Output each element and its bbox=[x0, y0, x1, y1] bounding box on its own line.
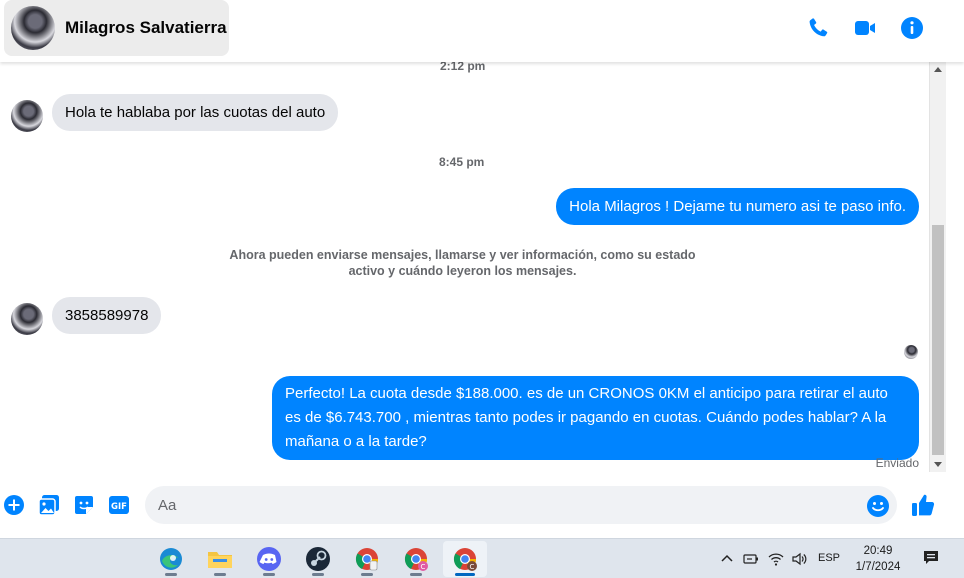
chevron-up-icon[interactable] bbox=[720, 552, 734, 571]
outgoing-message[interactable]: Hola Milagros ! Dejame tu numero asi te … bbox=[556, 188, 919, 225]
like-icon[interactable] bbox=[910, 492, 936, 518]
phone-icon[interactable] bbox=[806, 16, 830, 40]
info-icon[interactable] bbox=[900, 16, 924, 40]
contact-name: Milagros Salvatierra bbox=[65, 18, 227, 37]
svg-text:C: C bbox=[421, 563, 426, 571]
notification-icon[interactable] bbox=[922, 549, 940, 567]
incoming-message[interactable]: 3858589978 bbox=[52, 297, 162, 334]
message-timestamp: 8:45 pm bbox=[439, 155, 485, 169]
message-scrollbar[interactable] bbox=[929, 62, 946, 472]
scroll-down-icon[interactable] bbox=[934, 462, 942, 467]
chrome-icon[interactable] bbox=[345, 541, 389, 577]
volume-icon[interactable] bbox=[791, 551, 807, 572]
system-clock[interactable]: 20:49 1/7/2024 bbox=[850, 543, 906, 575]
emoji-icon[interactable] bbox=[866, 494, 890, 518]
message-status: Enviado bbox=[875, 456, 919, 470]
message-timestamp: 2:12 pm bbox=[440, 62, 486, 73]
message-composer: GIF bbox=[0, 480, 964, 532]
svg-text:C: C bbox=[470, 563, 475, 571]
add-icon[interactable] bbox=[3, 494, 25, 516]
message-list[interactable]: 2:12 pm Hola te hablaba por las cuotas d… bbox=[0, 62, 929, 474]
outgoing-message[interactable]: Perfecto! La cuota desde $188.000. es de… bbox=[272, 376, 919, 460]
clock-time: 20:49 bbox=[863, 545, 893, 557]
messenger-window: Milagros Salvatierra 2:12 pm Hola te hab… bbox=[0, 0, 964, 578]
photo-icon[interactable] bbox=[38, 494, 60, 516]
video-call-icon[interactable] bbox=[853, 16, 877, 40]
message-input[interactable] bbox=[145, 486, 897, 524]
read-receipt-avatar bbox=[904, 345, 918, 359]
contact-profile-button[interactable]: Milagros Salvatierra bbox=[4, 0, 229, 56]
clock-date: 1/7/2024 bbox=[855, 561, 901, 573]
scroll-up-icon[interactable] bbox=[934, 67, 942, 72]
discord-icon[interactable] bbox=[247, 541, 291, 577]
sender-avatar[interactable] bbox=[11, 100, 43, 132]
contact-avatar bbox=[11, 6, 55, 50]
os-taskbar: C C ESP 20:49 1/7/2024 bbox=[0, 538, 964, 578]
chat-header: Milagros Salvatierra bbox=[0, 0, 964, 62]
sticker-icon[interactable] bbox=[73, 494, 95, 516]
scroll-thumb[interactable] bbox=[932, 225, 944, 455]
chrome-profile-active-icon[interactable]: C bbox=[443, 541, 487, 577]
battery-plug-icon[interactable] bbox=[743, 551, 759, 572]
input-language[interactable]: ESP bbox=[818, 552, 840, 564]
system-notice: Ahora pueden enviarse mensajes, llamarse… bbox=[229, 248, 696, 278]
gif-icon[interactable]: GIF bbox=[108, 494, 130, 516]
wifi-icon[interactable] bbox=[768, 551, 784, 572]
edge-icon[interactable] bbox=[149, 541, 193, 577]
incoming-message[interactable]: Hola te hablaba por las cuotas del auto bbox=[52, 94, 339, 131]
steam-icon[interactable] bbox=[296, 541, 340, 577]
sender-avatar[interactable] bbox=[11, 303, 43, 335]
chrome-profile-icon[interactable]: C bbox=[394, 541, 438, 577]
svg-text:GIF: GIF bbox=[111, 502, 127, 512]
file-explorer-icon[interactable] bbox=[198, 541, 242, 577]
